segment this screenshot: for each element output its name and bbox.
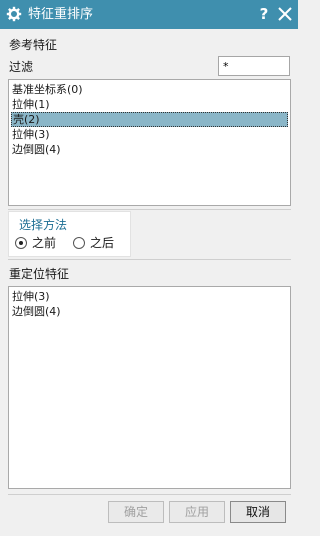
reference-features-label: 参考特征 bbox=[9, 38, 58, 52]
cancel-button[interactable]: 取消 bbox=[230, 501, 286, 523]
list-item[interactable]: 基准坐标系(0) bbox=[11, 82, 288, 97]
list-item[interactable]: 边倒圆(4) bbox=[11, 304, 288, 319]
reposition-features-label: 重定位特征 bbox=[9, 267, 70, 281]
apply-button[interactable]: 应用 bbox=[169, 501, 225, 523]
reposition-feature-list[interactable]: 拉伸(3) 边倒圆(4) bbox=[8, 286, 291, 489]
list-item[interactable]: 拉伸(3) bbox=[11, 289, 288, 304]
selection-method-title: 选择方法 bbox=[19, 218, 68, 232]
gear-icon bbox=[6, 6, 22, 22]
divider bbox=[8, 259, 291, 260]
reference-feature-list[interactable]: 基准坐标系(0) 拉伸(1) 壳(2) 拉伸(3) 边倒圆(4) bbox=[8, 79, 291, 206]
selection-method-group: 选择方法 之前 之后 bbox=[8, 211, 131, 257]
radio-after-label: 之后 bbox=[90, 236, 115, 250]
ok-button[interactable]: 确定 bbox=[108, 501, 164, 523]
close-icon[interactable] bbox=[276, 4, 294, 24]
list-item[interactable]: 拉伸(3) bbox=[11, 127, 288, 142]
radio-checked-icon bbox=[15, 237, 27, 249]
list-item-selected[interactable]: 壳(2) bbox=[11, 112, 288, 127]
help-button[interactable]: ? bbox=[256, 4, 272, 24]
divider bbox=[8, 494, 291, 495]
divider bbox=[8, 209, 291, 210]
radio-before-label: 之前 bbox=[32, 236, 57, 250]
list-item[interactable]: 边倒圆(4) bbox=[11, 142, 288, 157]
title-bar: 特征重排序 ? bbox=[0, 0, 298, 29]
list-item[interactable]: 拉伸(1) bbox=[11, 97, 288, 112]
filter-label: 过滤 bbox=[9, 60, 34, 74]
filter-input[interactable] bbox=[218, 56, 290, 76]
radio-unchecked-icon bbox=[73, 237, 85, 249]
dialog-title: 特征重排序 bbox=[28, 7, 94, 22]
